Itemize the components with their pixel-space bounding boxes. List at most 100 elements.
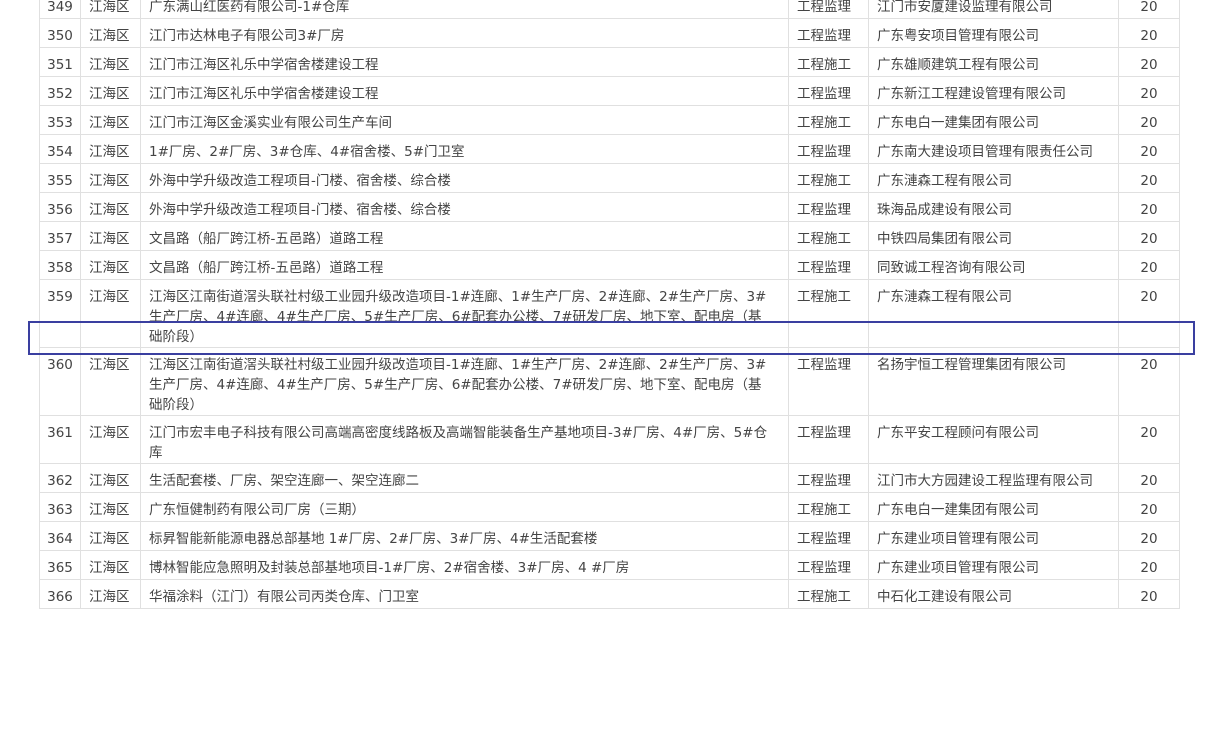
project-name-cell: 标昇智能新能源电器总部基地 1#厂房、2#厂房、3#厂房、4#生活配套楼 [140,521,789,551]
table-body: 349 江海区 广东满山红医药有限公司-1#仓库 工程监理 江门市安厦建设监理有限公司 2… [39,0,1180,609]
district-cell: 江海区 [80,279,141,348]
project-name-cell: 文昌路（船厂跨江桥-五邑路）道路工程 [140,250,789,280]
row-number: 365 [39,550,81,580]
score-cell: 20 [1118,492,1180,522]
project-type-cell: 工程监理 [788,18,869,48]
row-number: 358 [39,250,81,280]
project-type-cell: 工程监理 [788,550,869,580]
table-row[interactable]: 355 江海区 外海中学升级改造工程项目-门楼、宿舍楼、综合楼 工程施工 广东漣森工程有… [39,163,1180,193]
district-cell: 江海区 [80,550,141,580]
district-cell: 江海区 [80,47,141,77]
project-name-cell: 1#厂房、2#厂房、3#仓库、4#宿舍楼、5#门卫室 [140,134,789,164]
table-row[interactable]: 357 江海区 文昌路（船厂跨江桥-五邑路）道路工程 工程施工 中铁四局集团有限公司 20 [39,221,1180,251]
score-cell: 20 [1118,347,1180,416]
table-row[interactable]: 352 江海区 江门市江海区礼乐中学宿舍楼建设工程 工程监理 广东新江工程建设管理有限公… [39,76,1180,106]
company-cell: 同致诚工程咨询有限公司 [868,250,1119,280]
score-cell: 20 [1118,18,1180,48]
project-type-cell: 工程施工 [788,105,869,135]
project-type-cell: 工程施工 [788,492,869,522]
row-number: 355 [39,163,81,193]
project-type-cell: 工程监理 [788,250,869,280]
company-cell: 广东新江工程建设管理有限公司 [868,76,1119,106]
score-cell: 20 [1118,0,1180,19]
score-cell: 20 [1118,521,1180,551]
project-name-cell: 江门市达林电子有限公司3#厂房 [140,18,789,48]
company-cell: 广东漣森工程有限公司 [868,163,1119,193]
table-row[interactable]: 360 江海区 江海区江南街道滘头联社村级工业园升级改造项目-1#连廊、1#生产厂房… [39,347,1180,416]
project-name-cell: 江门市江海区礼乐中学宿舍楼建设工程 [140,47,789,77]
project-table: 349 江海区 广东满山红医药有限公司-1#仓库 工程监理 江门市安厦建设监理有限公司 2… [39,0,1180,609]
project-name-cell: 生活配套楼、厂房、架空连廊一、架空连廊二 [140,463,789,493]
company-cell: 珠海品成建设有限公司 [868,192,1119,222]
district-cell: 江海区 [80,76,141,106]
table-row[interactable]: 362 江海区 生活配套楼、厂房、架空连廊一、架空连廊二 工程监理 江门市大方园建设工程… [39,463,1180,493]
project-name-cell: 江门市江海区礼乐中学宿舍楼建设工程 [140,76,789,106]
company-cell: 广东南大建设项目管理有限责任公司 [868,134,1119,164]
district-cell: 江海区 [80,250,141,280]
score-cell: 20 [1118,47,1180,77]
table-row[interactable]: 359 江海区 江海区江南街道滘头联社村级工业园升级改造项目-1#连廊、1#生产厂房… [39,279,1180,348]
project-type-cell: 工程监理 [788,192,869,222]
score-cell: 20 [1118,550,1180,580]
company-cell: 名扬宇恒工程管理集团有限公司 [868,347,1119,416]
project-name-cell: 博林智能应急照明及封装总部基地项目-1#厂房、2#宿舍楼、3#厂房、4 #厂房 [140,550,789,580]
company-cell: 广东漣森工程有限公司 [868,279,1119,348]
district-cell: 江海区 [80,192,141,222]
company-cell: 中铁四局集团有限公司 [868,221,1119,251]
district-cell: 江海区 [80,134,141,164]
table-row[interactable]: 358 江海区 文昌路（船厂跨江桥-五邑路）道路工程 工程监理 同致诚工程咨询有限公司 2… [39,250,1180,280]
project-type-cell: 工程监理 [788,463,869,493]
table-row[interactable]: 356 江海区 外海中学升级改造工程项目-门楼、宿舍楼、综合楼 工程监理 珠海品成建设有… [39,192,1180,222]
table-row[interactable]: 364 江海区 标昇智能新能源电器总部基地 1#厂房、2#厂房、3#厂房、4#生活配… [39,521,1180,551]
table-row[interactable]: 353 江海区 江门市江海区金溪实业有限公司生产车间 工程施工 广东电白一建集团有限公司… [39,105,1180,135]
project-name-cell: 广东满山红医药有限公司-1#仓库 [140,0,789,19]
district-cell: 江海区 [80,163,141,193]
table-row[interactable]: 366 江海区 华福涂料（江门）有限公司丙类仓库、门卫室 工程施工 中石化工建设有限公司… [39,579,1180,609]
table-row[interactable]: 351 江海区 江门市江海区礼乐中学宿舍楼建设工程 工程施工 广东雄顺建筑工程有限公司 2… [39,47,1180,77]
project-name-cell: 广东恒健制药有限公司厂房（三期） [140,492,789,522]
project-name-cell: 外海中学升级改造工程项目-门楼、宿舍楼、综合楼 [140,163,789,193]
row-number: 362 [39,463,81,493]
project-name-cell: 华福涂料（江门）有限公司丙类仓库、门卫室 [140,579,789,609]
table-row[interactable]: 365 江海区 博林智能应急照明及封装总部基地项目-1#厂房、2#宿舍楼、3#厂房、… [39,550,1180,580]
row-number: 351 [39,47,81,77]
score-cell: 20 [1118,105,1180,135]
project-type-cell: 工程施工 [788,163,869,193]
district-cell: 江海区 [80,521,141,551]
company-cell: 广东粤安项目管理有限公司 [868,18,1119,48]
company-cell: 广东平安工程顾问有限公司 [868,415,1119,464]
score-cell: 20 [1118,415,1180,464]
project-name-cell: 外海中学升级改造工程项目-门楼、宿舍楼、综合楼 [140,192,789,222]
row-number: 356 [39,192,81,222]
table-row[interactable]: 361 江海区 江门市宏丰电子科技有限公司高端高密度线路板及高端智能装备生产基地项目… [39,415,1180,464]
row-number: 357 [39,221,81,251]
row-number: 352 [39,76,81,106]
score-cell: 20 [1118,192,1180,222]
score-cell: 20 [1118,163,1180,193]
company-cell: 江门市安厦建设监理有限公司 [868,0,1119,19]
project-name-cell: 文昌路（船厂跨江桥-五邑路）道路工程 [140,221,789,251]
project-type-cell: 工程施工 [788,47,869,77]
row-number: 363 [39,492,81,522]
district-cell: 江海区 [80,18,141,48]
company-cell: 江门市大方园建设工程监理有限公司 [868,463,1119,493]
score-cell: 20 [1118,221,1180,251]
project-name-cell: 江海区江南街道滘头联社村级工业园升级改造项目-1#连廊、1#生产厂房、2#连廊、… [140,347,789,416]
row-number: 349 [39,0,81,19]
score-cell: 20 [1118,579,1180,609]
project-type-cell: 工程监理 [788,347,869,416]
row-number: 361 [39,415,81,464]
row-number: 353 [39,105,81,135]
table-row[interactable]: 354 江海区 1#厂房、2#厂房、3#仓库、4#宿舍楼、5#门卫室 工程监理 广东南大… [39,134,1180,164]
score-cell: 20 [1118,250,1180,280]
district-cell: 江海区 [80,463,141,493]
project-type-cell: 工程施工 [788,279,869,348]
table-row[interactable]: 350 江海区 江门市达林电子有限公司3#厂房 工程监理 广东粤安项目管理有限公司 20 [39,18,1180,48]
district-cell: 江海区 [80,347,141,416]
table-row[interactable]: 363 江海区 广东恒健制药有限公司厂房（三期） 工程施工 广东电白一建集团有限公司 20 [39,492,1180,522]
project-type-cell: 工程监理 [788,0,869,19]
project-type-cell: 工程施工 [788,221,869,251]
row-number: 360 [39,347,81,416]
project-type-cell: 工程监理 [788,415,869,464]
table-row[interactable]: 349 江海区 广东满山红医药有限公司-1#仓库 工程监理 江门市安厦建设监理有限公司 2… [39,0,1180,19]
